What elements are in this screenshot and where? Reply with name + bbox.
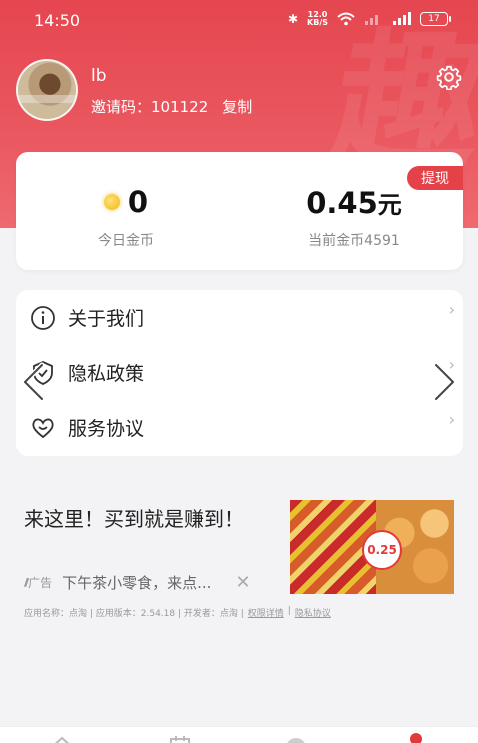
status-bar: 14:50 ✱ 12.0 KB/S 17 <box>0 0 478 42</box>
today-coins: 0 今日金币 <box>26 182 226 250</box>
menu-item-privacy[interactable]: 隐私政策 › <box>16 345 463 400</box>
status-time: 14:50 <box>34 11 81 30</box>
ad-tag: /// 广告 <box>24 576 53 590</box>
invite-code: 邀请码：101122 <box>91 98 209 116</box>
gear-icon[interactable] <box>436 64 462 90</box>
today-coins-value: 0 <box>127 185 149 219</box>
menu-label-about: 关于我们 <box>68 308 145 330</box>
signal-4g-icon <box>393 12 411 25</box>
info-icon <box>31 305 55 330</box>
coin-icon <box>103 194 120 210</box>
username: lb <box>91 66 107 86</box>
chevron-right-icon: › <box>448 410 455 429</box>
heart-icon <box>32 418 54 438</box>
price-badge: 0.25 <box>362 530 402 570</box>
balance-value: 0.45元 <box>306 185 402 220</box>
prev-page-arrow-icon[interactable] <box>20 362 48 402</box>
battery-indicator: 17 <box>420 12 451 26</box>
bottom-tab-bar <box>0 726 478 743</box>
wifi-icon <box>337 12 355 26</box>
calendar-tab-icon[interactable] <box>168 735 192 743</box>
coin-card: 提现 0 今日金币 0.45元 当前金币4591 <box>16 152 463 270</box>
privacy-link[interactable]: 隐私协议 <box>295 606 331 619</box>
ad-image[interactable]: 0.25 <box>290 500 454 594</box>
settings-menu: 关于我们 › 隐私政策 › 服务协议 › <box>16 290 463 456</box>
next-page-arrow-icon[interactable] <box>430 362 458 402</box>
current-balance: 0.45元 当前金币4591 <box>254 182 454 250</box>
bluetooth-icon: ✱ <box>287 12 299 26</box>
menu-label-terms: 服务协议 <box>68 418 145 440</box>
status-icons: ✱ 12.0 KB/S 17 <box>287 10 451 27</box>
menu-item-terms[interactable]: 服务协议 › <box>16 400 463 455</box>
avatar[interactable] <box>16 59 78 121</box>
ad-footer: 应用名称：点淘 | 应用版本：2.54.18 | 开发者：点淘 | 权限详情 |… <box>24 606 331 619</box>
circle-tab-icon[interactable] <box>284 735 308 743</box>
invite-row: 邀请码：101122 复制 <box>91 96 252 117</box>
snack-chips-image: 0.25 <box>362 500 454 594</box>
copy-button[interactable]: 复制 <box>222 96 252 117</box>
profile-tab-icon[interactable] <box>410 733 422 743</box>
ad-title: 来这里！买到就是赚到！ <box>24 507 244 531</box>
balance-label: 当前金币4591 <box>308 233 400 249</box>
ad-meta: /// 广告 下午茶小零食，来点... ✕ <box>24 572 251 593</box>
ad-app-info: 应用名称：点淘 | 应用版本：2.54.18 | 开发者：点淘 | <box>24 609 244 619</box>
network-speed: 12.0 KB/S <box>307 10 328 27</box>
chevron-right-icon: › <box>448 300 455 319</box>
signal-icon <box>365 15 378 25</box>
avatar-caption-strip <box>18 95 76 103</box>
permissions-link[interactable]: 权限详情 <box>248 606 284 619</box>
close-icon[interactable]: ✕ <box>235 572 250 593</box>
ad-banner[interactable]: 来这里！买到就是赚到！ /// 广告 下午茶小零食，来点... ✕ 0.25 应… <box>0 480 478 630</box>
home-tab-icon[interactable] <box>50 735 74 743</box>
ad-description: 下午茶小零食，来点... <box>62 574 212 592</box>
menu-label-privacy: 隐私政策 <box>68 363 145 385</box>
ad-logo-icon: /// <box>24 576 29 589</box>
today-coins-label: 今日金币 <box>98 233 154 249</box>
menu-item-about[interactable]: 关于我们 › <box>16 290 463 345</box>
